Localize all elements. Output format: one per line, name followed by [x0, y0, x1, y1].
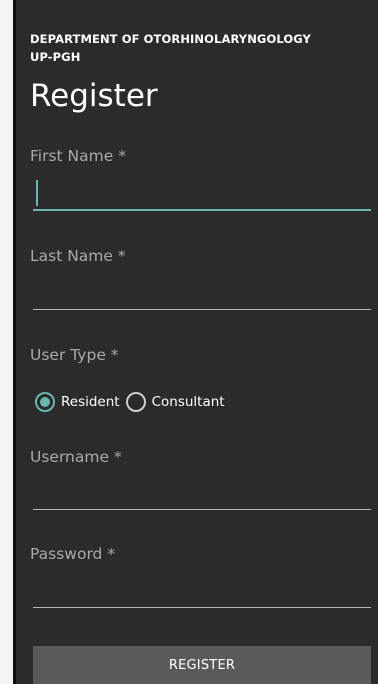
user-type-radio-group: Resident Consultant [35, 391, 231, 413]
radio-consultant[interactable]: Consultant [125, 392, 231, 412]
page-title: Register [30, 78, 158, 114]
department-unit: UP-PGH [30, 50, 81, 64]
last-name-field[interactable] [33, 309, 371, 310]
username-label: Username * [30, 448, 122, 466]
radio-unchecked-icon [125, 392, 146, 412]
department-name: DEPARTMENT OF OTORHINOLARYNGOLOGY [30, 32, 311, 46]
username-field[interactable] [33, 509, 371, 510]
register-button[interactable]: REGISTER [33, 646, 371, 684]
register-screen: DEPARTMENT OF OTORHINOLARYNGOLOGY UP-PGH… [13, 0, 378, 684]
department-header: DEPARTMENT OF OTORHINOLARYNGOLOGY UP-PGH [30, 30, 311, 66]
radio-dot [40, 397, 50, 407]
password-label: Password * [30, 545, 116, 563]
radio-checked-icon [35, 392, 55, 412]
text-cursor [36, 180, 38, 206]
radio-resident-label: Resident [61, 394, 120, 410]
password-field[interactable] [33, 607, 371, 608]
first-name-field[interactable] [33, 209, 371, 211]
first-name-label: First Name * [30, 147, 126, 165]
radio-consultant-label: Consultant [151, 394, 225, 410]
user-type-label: User Type * [30, 346, 119, 364]
radio-resident[interactable]: Resident [35, 392, 126, 412]
last-name-label: Last Name * [30, 247, 126, 265]
